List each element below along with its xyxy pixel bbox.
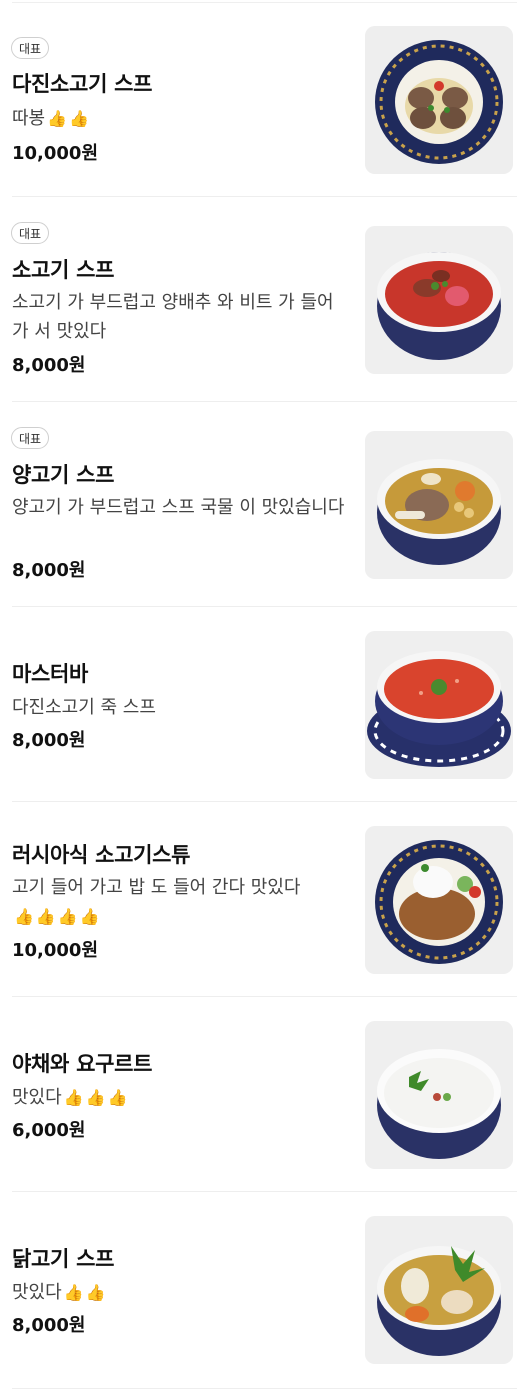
menu-item-description: 따봉 👍 👍 [12, 104, 347, 133]
thumbs-up-icon: 👍 [85, 1283, 106, 1302]
thumbs-up-icon: 👍 [57, 907, 78, 926]
menu-item-name: 마스터바 [12, 662, 89, 686]
menu-item[interactable]: 대표 양고기 스프 양고기 가 부드럽고 스프 국물 이 맛있습니다 8,000… [0, 402, 529, 607]
thumbs-up-icon: 👍 [47, 109, 68, 128]
menu-item-description-text: 맛있다 [12, 1087, 62, 1108]
menu-item-price: 10,000원 [12, 940, 99, 961]
menu-item-price: 8,000원 [12, 355, 86, 376]
menu-item-photo[interactable] [365, 1021, 513, 1169]
menu-item-description-text: 맛있다 [12, 1282, 62, 1303]
menu-item-description: 맛있다 👍 👍 👍 [12, 1083, 347, 1112]
menu-item-description: 양고기 가 부드럽고 스프 국물 이 맛있습니다 [12, 497, 345, 518]
signature-badge: 대표 [11, 37, 50, 59]
menu-item[interactable]: 야채와 요구르트 맛있다 👍 👍 👍 6,000원 [0, 997, 529, 1192]
menu-item-name: 야채와 요구르트 [12, 1052, 153, 1076]
menu-item-description: 다진소고기 죽 스프 [12, 697, 156, 718]
menu-item-description: 고기 들어 가고 밥 도 들어 간다 맛있다 👍 👍 👍 👍 [12, 873, 347, 931]
signature-badge: 대표 [11, 222, 50, 244]
signature-badge: 대표 [11, 427, 50, 449]
menu-item[interactable]: 닭고기 스프 맛있다 👍 👍 8,000원 [0, 1192, 529, 1389]
menu-item-photo[interactable] [365, 631, 513, 779]
menu-item-photo[interactable] [365, 226, 513, 374]
menu-item-name: 다진소고기 스프 [12, 72, 153, 96]
menu-item-photo[interactable] [365, 26, 513, 174]
menu-item-description: 맛있다 👍 👍 [12, 1278, 347, 1307]
thumbs-up-icon: 👍 [63, 1283, 84, 1302]
menu-item-description-text: 고기 들어 가고 밥 도 들어 간다 맛있다 [12, 877, 301, 898]
thumbs-up-icon: 👍 [63, 1088, 84, 1107]
menu-item-name: 러시아식 소고기스튜 [12, 843, 191, 867]
menu-item[interactable]: 마스터바 다진소고기 죽 스프 8,000원 [0, 607, 529, 802]
thumbs-up-icon: 👍 [79, 907, 100, 926]
menu-item-price: 10,000원 [12, 143, 99, 164]
item-divider [12, 1388, 517, 1389]
menu-item-photo[interactable] [365, 431, 513, 579]
menu-item-photo[interactable] [365, 1216, 513, 1364]
menu-item[interactable]: 대표 소고기 스프 소고기 가 부드럽고 양배추 와 비트 가 들어가 서 맛있… [0, 197, 529, 402]
menu-item-name: 닭고기 스프 [12, 1247, 115, 1271]
menu-item[interactable]: 대표 다진소고기 스프 따봉 👍 👍 10,000원 [0, 0, 529, 197]
thumbs-up-icon: 👍 [85, 1088, 106, 1107]
thumbs-up-icon: 👍 [35, 907, 56, 926]
thumbs-up-icon: 👍 [69, 109, 89, 128]
menu-item-description-text: 따봉 [12, 108, 46, 129]
menu-item[interactable]: 러시아식 소고기스튜 고기 들어 가고 밥 도 들어 간다 맛있다 👍 👍 👍 👍 1… [0, 802, 529, 997]
menu-item-photo[interactable] [365, 826, 513, 974]
thumbs-up-icon: 👍 [107, 1088, 128, 1107]
thumbs-up-icon: 👍 [14, 907, 34, 926]
menu-item-price: 8,000원 [12, 560, 86, 581]
menu-item-name: 소고기 스프 [12, 258, 115, 282]
menu-item-price: 8,000원 [12, 1315, 86, 1336]
menu-item-price: 8,000원 [12, 730, 86, 751]
menu-item-price: 6,000원 [12, 1120, 86, 1141]
menu-item-name: 양고기 스프 [12, 463, 115, 487]
menu-item-description: 소고기 가 부드럽고 양배추 와 비트 가 들어가 서 맛있다 [12, 292, 334, 342]
